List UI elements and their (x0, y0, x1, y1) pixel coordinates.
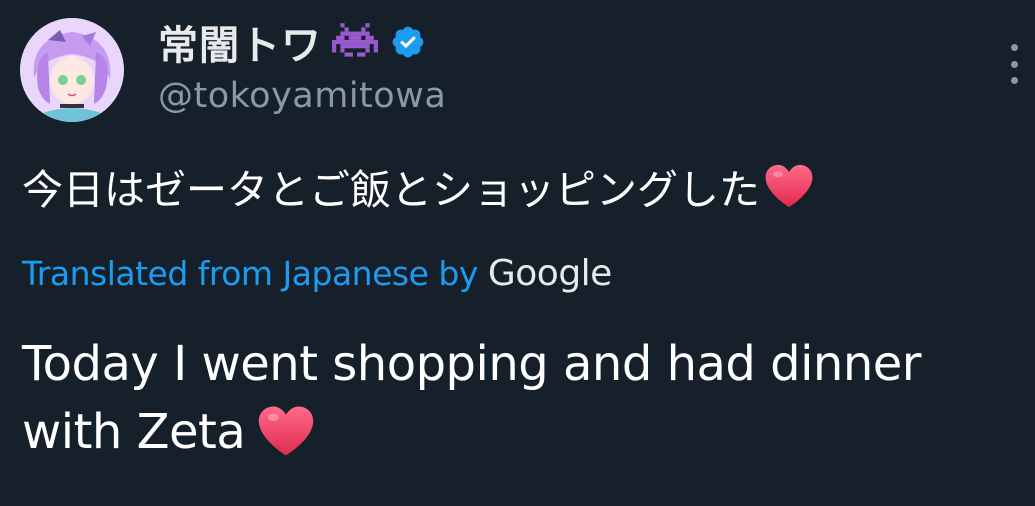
user-handle[interactable]: @tokoyamitowa (158, 76, 446, 116)
translation-attribution: Translated from Japanese by Google (22, 253, 612, 294)
avatar[interactable] (20, 18, 124, 122)
translated-text-line-2: with Zeta (22, 404, 246, 460)
space-invader-icon (332, 23, 378, 61)
tweet-original-text: 今日はゼータとご飯とショッピングした (22, 156, 814, 216)
verified-badge-icon[interactable] (390, 24, 426, 60)
more-options-icon[interactable] (1007, 44, 1021, 84)
translated-from-link[interactable]: Translated from Japanese by (22, 254, 478, 293)
display-name[interactable]: 常闇トワ (158, 13, 322, 71)
heart-icon (257, 404, 315, 476)
heart-icon (764, 163, 814, 209)
tweet-header: 常闇トワ @tokoyamitowa (158, 14, 446, 116)
dot-icon (1010, 44, 1018, 51)
dot-icon (1010, 60, 1018, 68)
translated-text-line-2-row: with Zeta (22, 398, 1012, 476)
dot-icon (1010, 77, 1018, 84)
google-logo: Google (487, 253, 612, 294)
translated-text-line-1: Today I went shopping and had dinner (22, 336, 922, 392)
name-row: 常闇トワ (158, 14, 446, 70)
tweet-translated-text: Today I went shopping and had dinner wit… (22, 330, 1012, 476)
original-text-content: 今日はゼータとご飯とショッピングした (22, 166, 760, 214)
